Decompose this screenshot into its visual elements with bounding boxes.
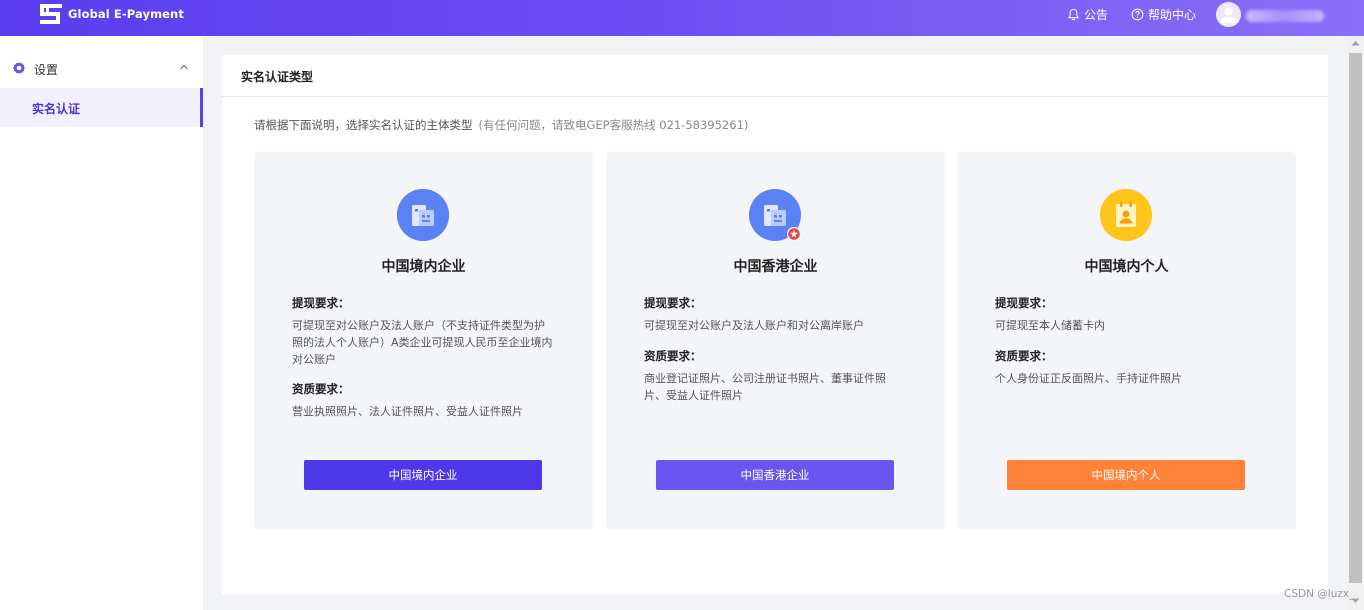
chevron-up-icon: [180, 64, 188, 70]
help-center-label: 帮助中心: [1148, 8, 1197, 22]
building-hk-icon: [749, 189, 801, 241]
sidebar-item-label: 实名认证: [32, 102, 81, 116]
withdraw-title: 提现要求：: [644, 296, 702, 310]
qualification-text: 个人身份证正反面照片、手持证件照片: [995, 372, 1182, 385]
instruction-main: 请根据下面说明，选择实名认证的主体类型: [254, 118, 473, 132]
scroll-up-arrow-icon[interactable]: [1351, 40, 1360, 46]
help-center-link[interactable]: 帮助中心: [1131, 6, 1196, 23]
scrollbar-thumb[interactable]: [1349, 53, 1362, 583]
person-id-icon: [1100, 189, 1152, 241]
notice-link[interactable]: 公告: [1067, 6, 1108, 23]
withdraw-text: 可提现至对公账户及法人账户和对公离岸账户: [644, 319, 864, 332]
qualification-title: 资质要求：: [292, 382, 350, 396]
card-title: 中国香港企业: [733, 259, 818, 275]
withdraw-title: 提现要求：: [292, 296, 350, 310]
avatar[interactable]: [1216, 2, 1241, 27]
top-header: Global E-Payment 公告 帮助中心: [0, 0, 1364, 36]
withdraw-title: 提现要求：: [995, 296, 1053, 310]
card-title: 中国境内企业: [381, 259, 466, 275]
question-circle-icon: [1131, 8, 1144, 21]
main-panel: 实名认证类型 请根据下面说明，选择实名认证的主体类型 (有任何问题，请致电GEP客…: [222, 55, 1328, 594]
divider: [222, 96, 1328, 97]
withdraw-text: 可提现至本人储蓄卡内: [995, 319, 1105, 332]
select-hk-enterprise-button[interactable]: 中国香港企业: [656, 460, 894, 490]
notice-label: 公告: [1084, 8, 1109, 22]
username-redacted[interactable]: [1246, 10, 1324, 22]
card-mainland-individual: 中国境内个人 提现要求： 可提现至本人储蓄卡内 资质要求： 个人身份证正反面照片…: [957, 152, 1296, 529]
qualification-title: 资质要求：: [995, 349, 1053, 363]
qualification-text: 营业执照照片、法人证件照片、受益人证件照片: [292, 405, 523, 418]
sidebar: 设置 实名认证: [0, 36, 203, 610]
active-indicator: [200, 88, 203, 127]
watermark: CSDN @luzx_: [1284, 588, 1355, 600]
instruction-hotline: (有任何问题，请致电GEP客服热线 021-58395261): [478, 118, 749, 132]
sidebar-group-label: 设置: [34, 63, 59, 77]
withdraw-text: 可提现至对公账户及法人账户（不支持证件类型为护照的法人个人账户）A类企业可提现人…: [292, 319, 553, 366]
instruction-text: 请根据下面说明，选择实名认证的主体类型 (有任何问题，请致电GEP客服热线 021…: [254, 117, 748, 133]
building-icon: [397, 189, 449, 241]
page-title: 实名认证类型: [241, 70, 314, 84]
gear-icon: [13, 62, 25, 74]
card-mainland-enterprise: 中国境内企业 提现要求： 可提现至对公账户及法人账户（不支持证件类型为护照的法人…: [254, 152, 593, 529]
card-hk-enterprise: 中国香港企业 提现要求： 可提现至对公账户及法人账户和对公离岸账户 资质要求： …: [606, 152, 945, 529]
qualification-text: 商业登记证照片、公司注册证书照片、董事证件照片、受益人证件照片: [644, 372, 886, 402]
card-title: 中国境内个人: [1084, 259, 1169, 275]
user-icon: [1216, 2, 1241, 27]
sidebar-item-real-name-auth[interactable]: 实名认证: [0, 88, 203, 127]
logo-icon[interactable]: [38, 2, 64, 26]
sidebar-group-settings[interactable]: 设置: [0, 50, 203, 86]
bell-icon: [1067, 8, 1080, 21]
select-mainland-enterprise-button[interactable]: 中国境内企业: [304, 460, 542, 490]
qualification-title: 资质要求：: [644, 349, 702, 363]
select-mainland-individual-button[interactable]: 中国境内个人: [1007, 460, 1245, 490]
brand-name: Global E-Payment: [68, 7, 184, 21]
